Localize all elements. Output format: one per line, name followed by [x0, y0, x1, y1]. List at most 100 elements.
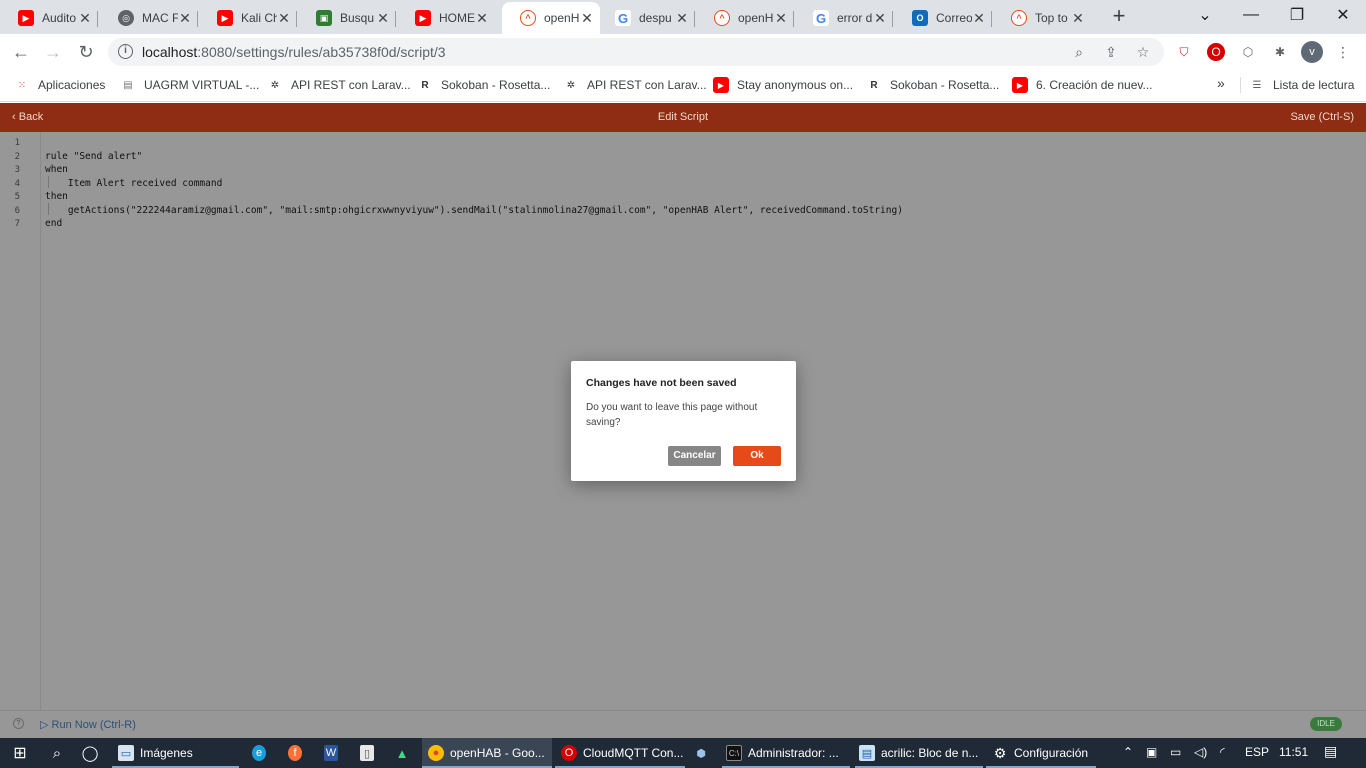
- tab[interactable]: ▶ Kali Ch ✕: [199, 4, 297, 32]
- minimize-button[interactable]: —: [1228, 0, 1274, 30]
- youtube-icon: ▶: [217, 10, 233, 26]
- new-tab-button[interactable]: +: [1108, 5, 1130, 28]
- tab[interactable]: ▣ Busqu ✕: [298, 4, 396, 32]
- code-line[interactable]: rule "Send alert": [45, 151, 142, 162]
- bookmark-item[interactable]: ▶ 6. Creación de nuev...: [1012, 77, 1153, 93]
- site-info-icon[interactable]: i: [118, 44, 133, 59]
- extension-shield-icon[interactable]: ⛉: [1175, 43, 1193, 61]
- tab[interactable]: ◎ MAC F ✕: [100, 4, 198, 32]
- android-studio-icon[interactable]: ▲: [395, 738, 415, 768]
- tab[interactable]: Gdespu ✕: [597, 4, 695, 32]
- taskbar-app-settings[interactable]: ⚙ Configuración: [986, 738, 1096, 768]
- back-arrow-icon[interactable]: ←: [8, 39, 34, 65]
- ok-button[interactable]: Ok: [733, 446, 781, 466]
- line-number: 1: [14, 138, 20, 148]
- taskbar-app-notepad[interactable]: ▤ acrilic: Bloc de n...: [855, 738, 983, 768]
- zoom-icon[interactable]: ⌕: [1070, 44, 1088, 62]
- close-tab-icon[interactable]: ✕: [78, 10, 92, 27]
- close-tab-icon[interactable]: ✕: [774, 10, 788, 27]
- virtualbox-icon[interactable]: ⬢: [694, 738, 714, 768]
- search-icon[interactable]: ⌕: [40, 738, 74, 768]
- dialog-message: Do you want to leave this page without s…: [586, 402, 758, 428]
- close-tab-icon[interactable]: ✕: [376, 10, 390, 27]
- tab[interactable]: ▶ HOME ✕: [397, 4, 495, 32]
- app-icon: ▣: [316, 10, 332, 26]
- notepad-icon: ▤: [859, 745, 875, 761]
- close-tab-icon[interactable]: ✕: [1071, 10, 1085, 27]
- bookmark-apps[interactable]: ⁙ Aplicaciones: [14, 77, 106, 93]
- cube-extension-icon[interactable]: ⬡: [1239, 43, 1257, 61]
- tab-search-button[interactable]: ⌄: [1182, 0, 1228, 30]
- taskbar-app-cmd[interactable]: C:\ Administrador: ...: [722, 738, 850, 768]
- extensions-puzzle-icon[interactable]: ✱: [1271, 43, 1289, 61]
- close-tab-icon[interactable]: ✕: [873, 10, 887, 27]
- language-indicator[interactable]: ESP: [1245, 745, 1269, 759]
- windows-taskbar: ⊞ ⌕ ◯ ▭ Imágenes e f W ▯ ▲ ● openHAB - Goo…: [0, 738, 1366, 768]
- close-tab-icon[interactable]: ✕: [675, 10, 689, 27]
- taskbar-app-opera[interactable]: O CloudMQTT Con...: [555, 738, 685, 768]
- menu-kebab-icon[interactable]: ⋮: [1334, 43, 1352, 61]
- windows-start-icon[interactable]: ⊞: [0, 738, 40, 768]
- tab[interactable]: O Correo ✕: [894, 4, 992, 32]
- share-icon[interactable]: ⇪: [1102, 44, 1120, 62]
- notifications-icon[interactable]: ▤: [1324, 743, 1337, 760]
- close-tab-icon[interactable]: ✕: [475, 10, 489, 27]
- bookmark-item[interactable]: ▤ UAGRM VIRTUAL -...: [120, 77, 259, 93]
- tray-chevron-icon[interactable]: ⌃: [1123, 745, 1133, 759]
- close-window-button[interactable]: ✕: [1320, 0, 1366, 30]
- line-number: 7: [14, 219, 20, 229]
- line-number: 2: [14, 151, 20, 162]
- bookmark-item[interactable]: ✲ API REST con Larav...: [267, 77, 411, 93]
- cancel-button[interactable]: Cancelar: [668, 446, 721, 466]
- unsaved-changes-dialog: Changes have not been saved Do you want …: [571, 361, 796, 481]
- close-tab-icon[interactable]: ✕: [178, 10, 192, 27]
- close-tab-icon[interactable]: ✕: [277, 10, 291, 27]
- tab[interactable]: ^ Top to ✕: [993, 4, 1091, 32]
- firefox-icon[interactable]: f: [288, 738, 308, 768]
- forward-arrow-icon[interactable]: →: [40, 39, 66, 65]
- file-icon[interactable]: ▯: [360, 738, 380, 768]
- status-badge: IDLE: [1310, 717, 1342, 731]
- bookmark-star-icon[interactable]: ☆: [1134, 44, 1152, 62]
- tab[interactable]: Gerror d ✕: [795, 4, 893, 32]
- tab[interactable]: ^ openH ✕: [696, 4, 794, 32]
- task-view-icon[interactable]: ◯: [74, 738, 106, 768]
- network-icon[interactable]: ◜: [1220, 745, 1225, 759]
- edge-icon[interactable]: e: [252, 738, 272, 768]
- run-now-button[interactable]: ▷ Run Now (Ctrl-R): [40, 718, 136, 731]
- code-line[interactable]: getActions("222244aramiz@gmail.com", "ma…: [45, 205, 903, 216]
- taskbar-app-chrome[interactable]: ● openHAB - Goo...: [422, 738, 552, 768]
- word-icon[interactable]: W: [324, 738, 344, 768]
- tab[interactable]: ▶ Audito ✕: [0, 4, 98, 32]
- line-number: 4: [14, 178, 20, 189]
- bookmark-item[interactable]: R Sokoban - Rosetta...: [417, 77, 550, 93]
- laravel-icon: ✲: [270, 79, 280, 91]
- volume-icon[interactable]: ◁): [1194, 745, 1207, 759]
- reload-icon[interactable]: ↻: [73, 39, 99, 65]
- bookmark-item[interactable]: R Sokoban - Rosetta...: [866, 77, 999, 93]
- save-button[interactable]: Save (Ctrl-S): [1290, 111, 1354, 123]
- close-tab-icon[interactable]: ✕: [972, 10, 986, 27]
- play-icon: ▷: [40, 719, 52, 731]
- reading-list-button[interactable]: ☰ Lista de lectura: [1240, 77, 1354, 93]
- address-bar[interactable]: i localhost:8080/settings/rules/ab35738f…: [108, 38, 1164, 66]
- close-tab-icon[interactable]: ✕: [580, 10, 594, 27]
- clock[interactable]: 11:51: [1279, 745, 1308, 759]
- bookmark-item[interactable]: ✲ API REST con Larav...: [563, 77, 707, 93]
- code-line[interactable]: when: [45, 164, 68, 175]
- battery-icon[interactable]: ▭: [1170, 745, 1181, 759]
- help-icon[interactable]: ?: [13, 718, 24, 729]
- meet-now-icon[interactable]: ▣: [1146, 745, 1157, 759]
- code-line[interactable]: end: [45, 218, 62, 229]
- taskbar-app-images[interactable]: ▭ Imágenes: [112, 738, 239, 768]
- tab-active[interactable]: ^ openH ✕: [502, 2, 600, 34]
- bookmarks-overflow-button[interactable]: »: [1217, 75, 1225, 91]
- code-line[interactable]: then: [45, 191, 68, 202]
- bookmark-item[interactable]: ▶ Stay anonymous on...: [713, 77, 853, 93]
- opera-extension-icon[interactable]: O: [1207, 43, 1225, 61]
- rosetta-icon: R: [870, 79, 878, 91]
- profile-avatar[interactable]: v: [1301, 41, 1323, 63]
- restore-button[interactable]: ❐: [1274, 0, 1320, 30]
- url-text[interactable]: localhost:8080/settings/rules/ab35738f0d…: [142, 44, 446, 60]
- code-line[interactable]: Item Alert received command: [45, 178, 222, 189]
